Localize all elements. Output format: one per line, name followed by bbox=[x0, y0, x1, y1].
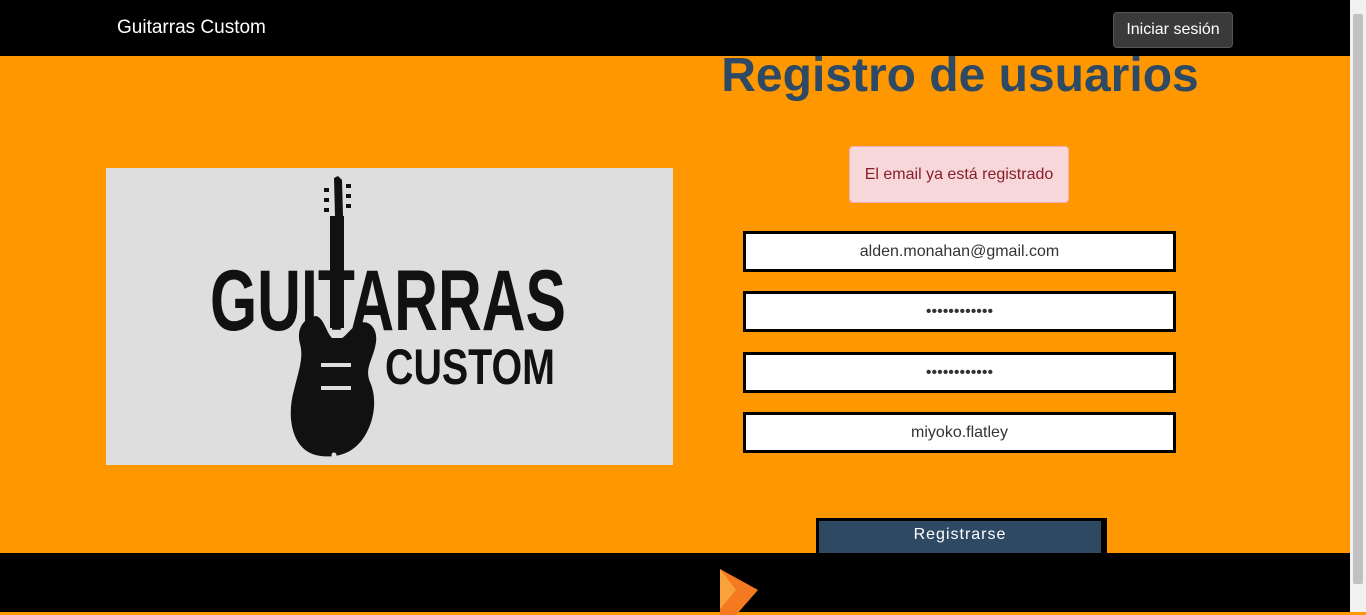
scrollbar[interactable] bbox=[1350, 0, 1366, 612]
confirm-password-field[interactable] bbox=[743, 352, 1176, 393]
username-field[interactable] bbox=[743, 412, 1176, 453]
password-field[interactable] bbox=[743, 291, 1176, 332]
email-field[interactable] bbox=[743, 231, 1176, 272]
guitar-logo-graphic: GUITARRAS CUSTOM bbox=[210, 176, 566, 458]
scrollbar-thumb[interactable] bbox=[1353, 14, 1363, 584]
register-button[interactable]: Registrarse bbox=[816, 518, 1104, 558]
sofka-arrow-icon bbox=[720, 569, 758, 615]
sofka-logo: sofka bbox=[590, 561, 758, 615]
logo-line2: CUSTOM bbox=[385, 339, 555, 395]
brand-link[interactable]: Guitarras Custom bbox=[117, 17, 266, 39]
login-button[interactable]: Iniciar sesión bbox=[1113, 12, 1233, 48]
footer: sofka bbox=[0, 553, 1350, 615]
logo-line1: GUITARRAS bbox=[210, 253, 566, 349]
error-alert: El email ya está registrado bbox=[849, 146, 1069, 203]
page-title: Registro de usuarios bbox=[721, 49, 1199, 102]
sofka-logo-text: sofka bbox=[590, 561, 717, 608]
guitarras-custom-logo-image: GUITARRAS CUSTOM bbox=[106, 168, 673, 465]
